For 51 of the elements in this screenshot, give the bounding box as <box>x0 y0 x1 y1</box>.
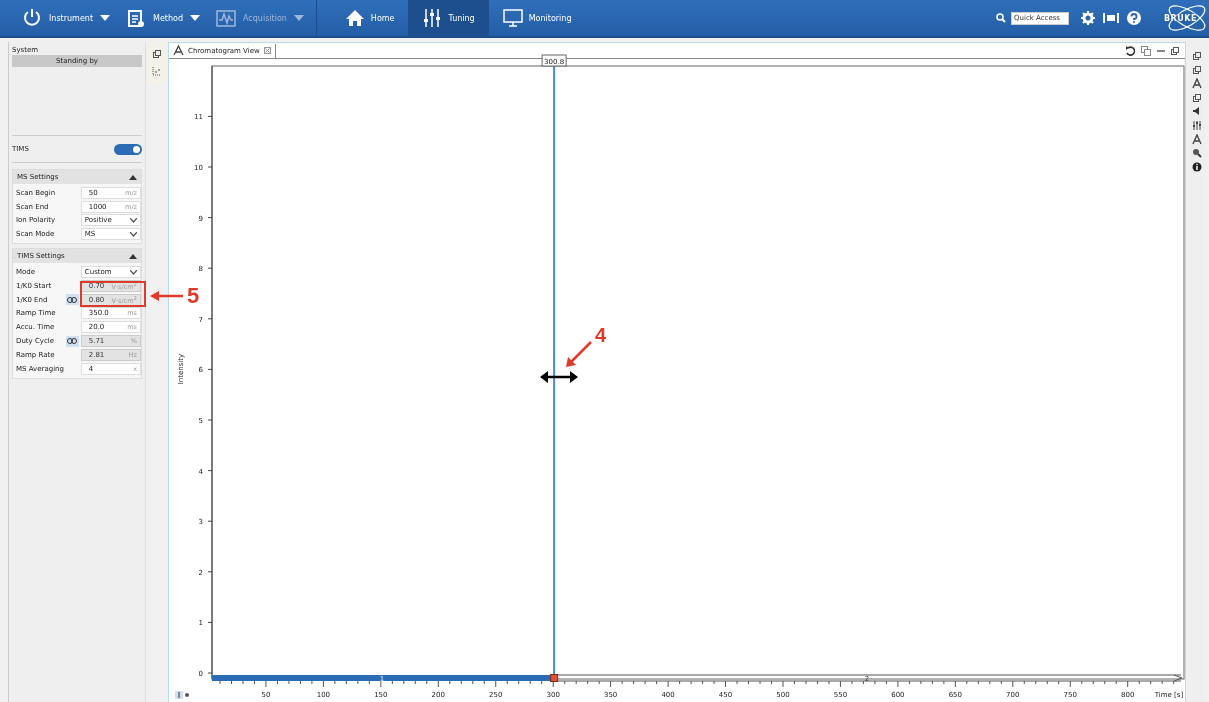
home-icon <box>344 8 365 28</box>
bracket-icon <box>1103 12 1119 24</box>
menu-button[interactable]: Method <box>118 0 209 37</box>
sliders-icon <box>422 8 443 28</box>
letter-icon <box>1191 134 1202 145</box>
speaker-icon <box>1191 106 1202 117</box>
cursor-marker <box>550 674 559 682</box>
menu-button[interactable]: Instrument <box>14 0 118 37</box>
arrow-icon <box>150 290 184 302</box>
caret-icon <box>293 15 304 21</box>
link-icon <box>67 296 78 303</box>
waveform-icon <box>216 8 237 28</box>
chevron-icon <box>130 269 137 275</box>
axis-toggle-icon <box>175 691 189 699</box>
drag-arrow-icon <box>540 371 578 383</box>
letter-icon <box>1191 78 1202 89</box>
zoom-icon <box>1191 148 1202 159</box>
monitor-icon <box>502 8 523 28</box>
collapse-icon <box>129 253 137 259</box>
caret-icon <box>190 15 201 21</box>
collapse-icon <box>129 174 137 180</box>
sliders-icon <box>1191 120 1202 131</box>
restore-icon <box>153 50 161 58</box>
close-icon <box>263 47 271 54</box>
arrow-icon <box>565 340 593 368</box>
nav-tab[interactable]: Home <box>330 0 409 37</box>
caret-icon <box>100 15 110 21</box>
nav-tab[interactable]: Monitoring <box>488 0 586 37</box>
settings-icon <box>1081 11 1095 25</box>
restore-icon <box>1171 46 1179 55</box>
restore-icon <box>1191 92 1202 103</box>
chevron-icon <box>130 231 137 237</box>
windows-icon <box>1141 45 1151 56</box>
toggle-switch[interactable] <box>114 143 142 155</box>
refresh-icon <box>1125 45 1135 56</box>
info-icon <box>1191 162 1202 173</box>
help-icon <box>1127 11 1141 25</box>
chevron-icon <box>130 218 137 223</box>
link-icon <box>67 338 78 345</box>
cursor-label-box <box>541 54 567 67</box>
callout-number: 4 <box>595 325 607 345</box>
search-icon <box>996 13 1006 23</box>
restore-icon <box>1191 64 1202 75</box>
callout-number: 5 <box>187 285 200 307</box>
restore-icon <box>1191 50 1202 61</box>
power-icon <box>22 8 42 28</box>
nav-tab[interactable]: Tuning <box>408 0 489 37</box>
plot-icon <box>152 66 162 76</box>
highlight-frame <box>80 281 146 307</box>
chart-letter-icon <box>173 45 184 56</box>
clipboard-icon <box>126 8 146 28</box>
